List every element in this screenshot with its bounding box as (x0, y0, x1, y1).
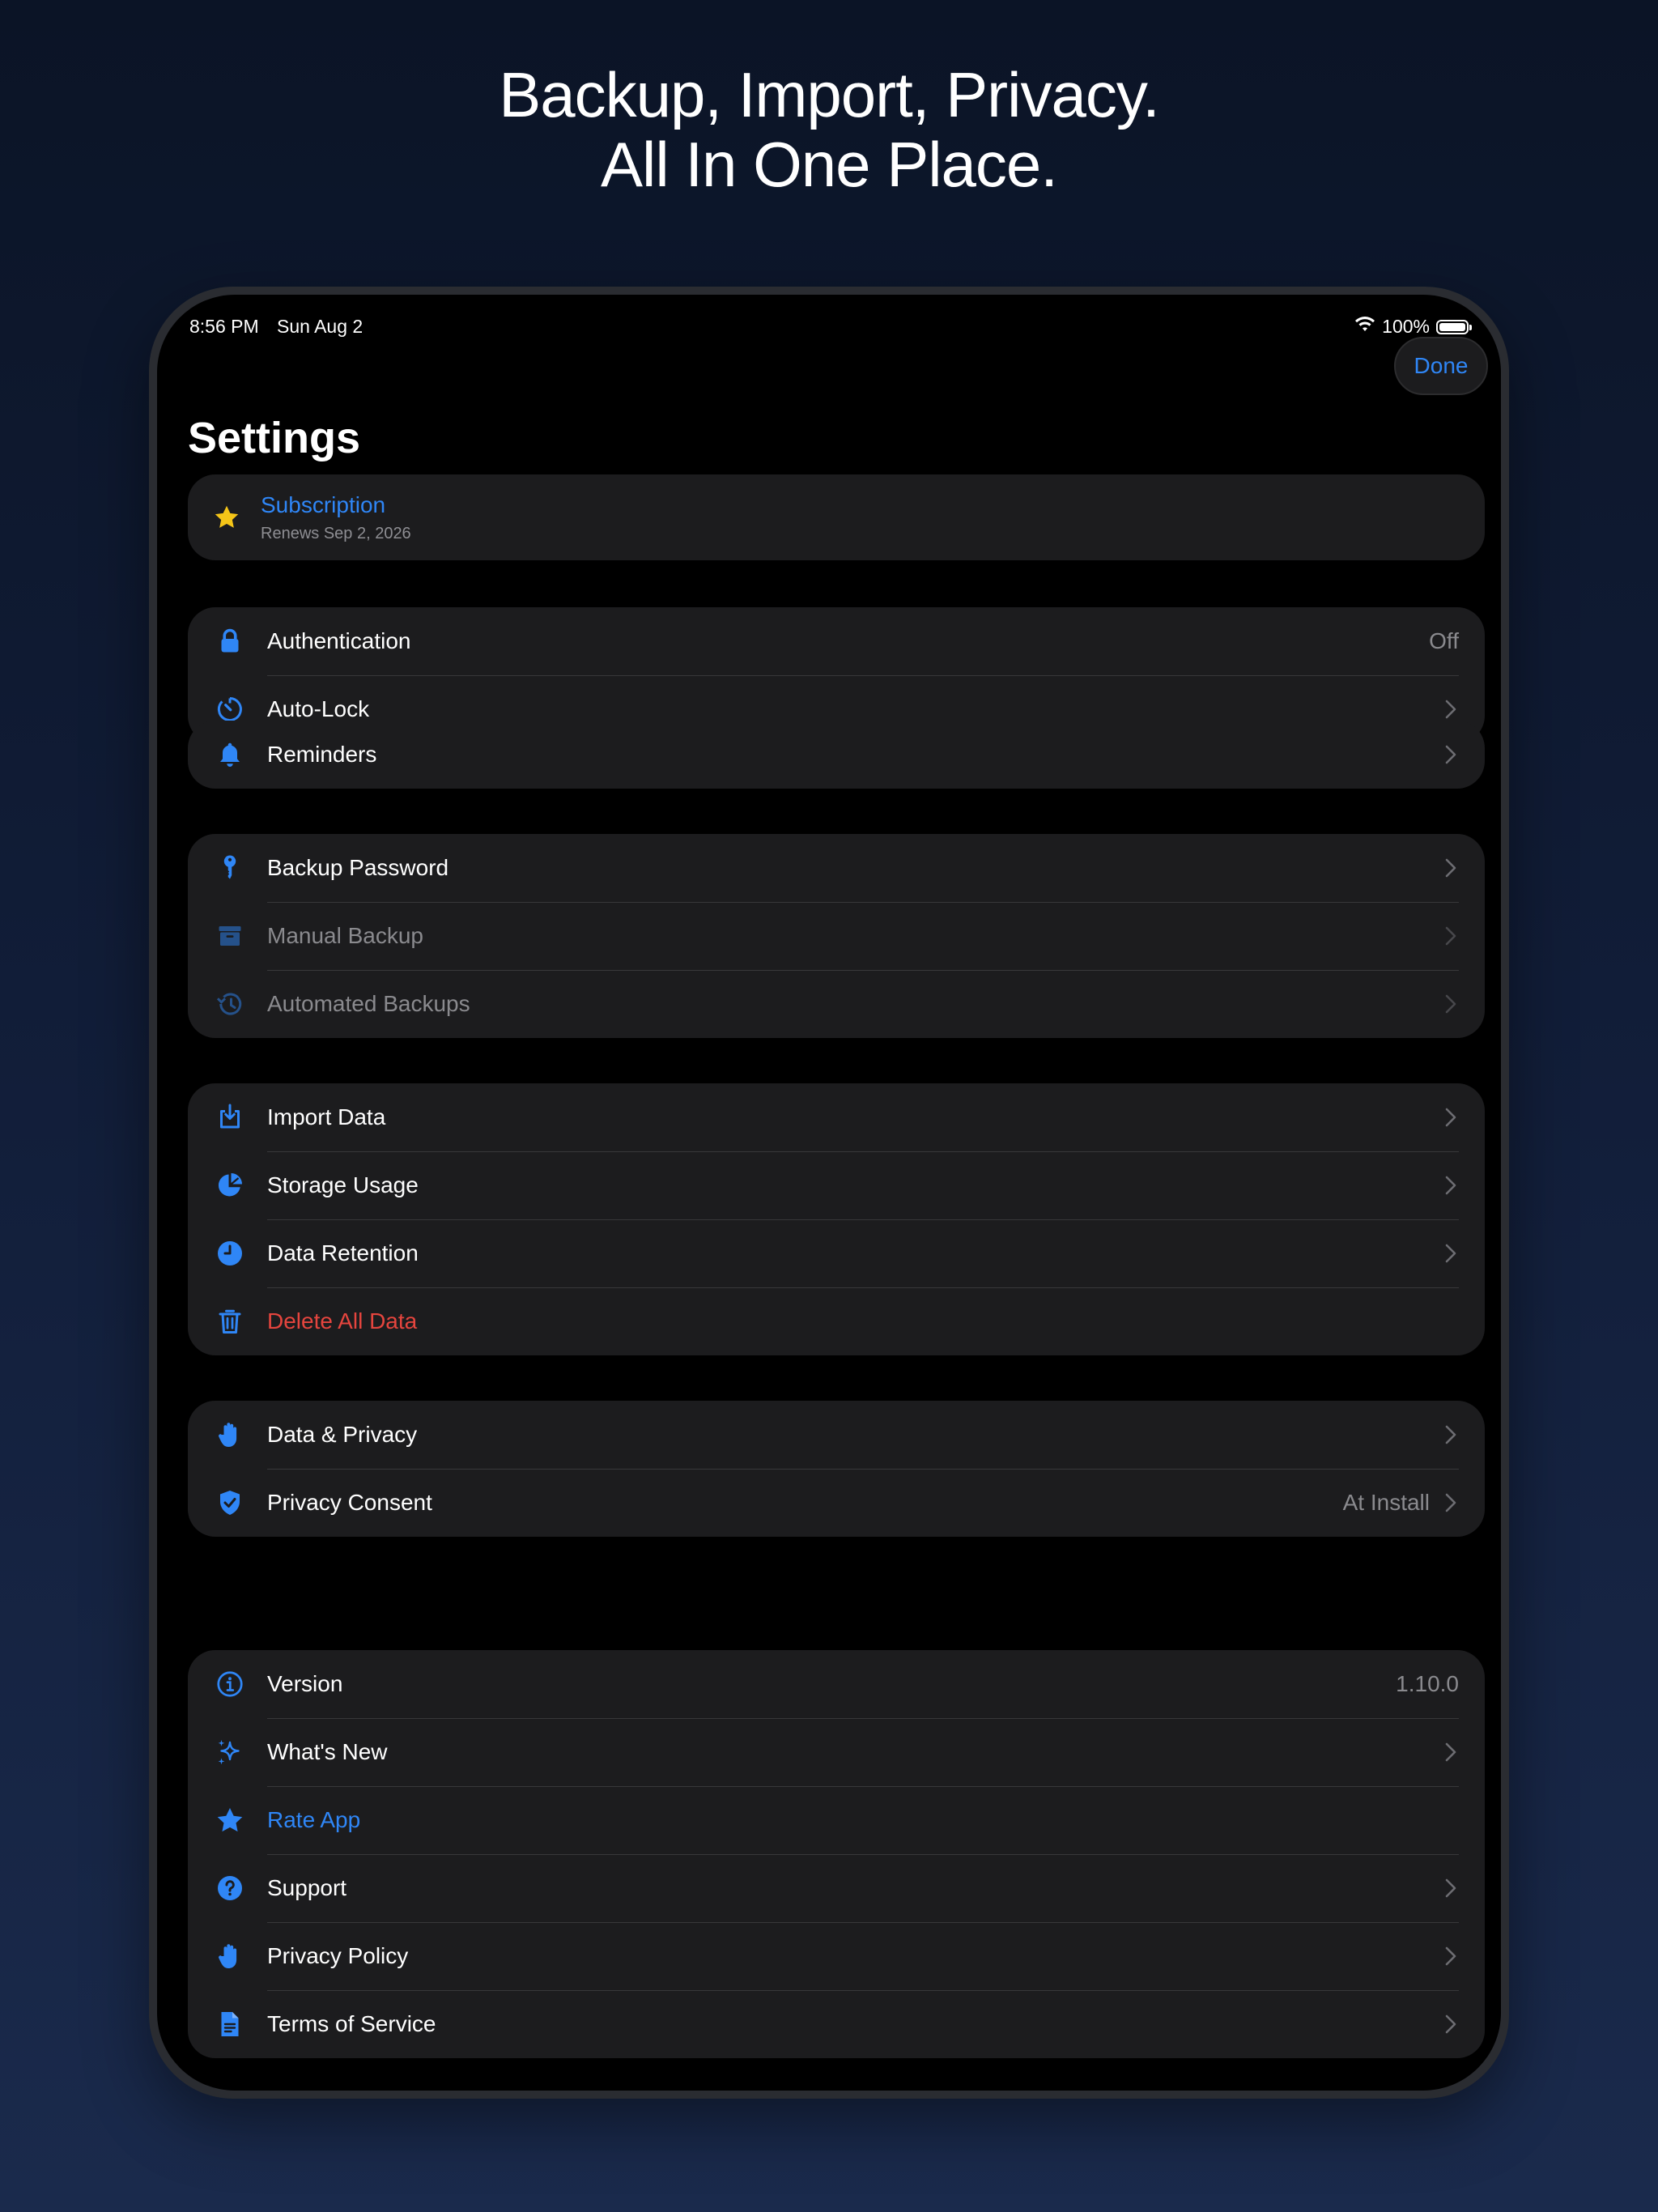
manual-backup-label: Manual Backup (267, 923, 424, 948)
question-icon (215, 1874, 244, 1903)
reminders-row[interactable]: Reminders (188, 721, 1485, 789)
subscription-group: Subscription Renews Sep 2, 2026 (188, 474, 1485, 560)
terms-of-service-label: Terms of Service (267, 2011, 436, 2036)
chevron-right-icon (1444, 1878, 1457, 1899)
version-value: 1.10.0 (1396, 1671, 1459, 1696)
version-label: Version (267, 1671, 343, 1696)
auto-lock-label: Auto-Lock (267, 696, 370, 721)
backup-password-row[interactable]: Backup Password (188, 834, 1485, 902)
data-retention-label: Data Retention (267, 1240, 419, 1266)
chevron-right-icon (1444, 744, 1457, 765)
terms-of-service-row[interactable]: Terms of Service (188, 1990, 1485, 2058)
manual-backup-row[interactable]: Manual Backup (188, 902, 1485, 970)
chevron-right-icon (1444, 1175, 1457, 1196)
support-label: Support (267, 1875, 347, 1900)
whats-new-label: What's New (267, 1739, 388, 1764)
storage-usage-label: Storage Usage (267, 1172, 419, 1197)
info-icon (215, 1670, 244, 1699)
chevron-right-icon (1444, 1946, 1457, 1967)
bell-icon (215, 740, 244, 769)
privacy-policy-row[interactable]: Privacy Policy (188, 1922, 1485, 1990)
notifications-group: Reminders (188, 721, 1485, 789)
status-time: 8:56 PM (189, 316, 259, 337)
authentication-value: Off (1429, 628, 1459, 653)
privacy-consent-value: At Install (1342, 1490, 1430, 1515)
automated-backups-label: Automated Backups (267, 991, 470, 1016)
status-bar: 8:56 PM Sun Aug 2 100% (189, 311, 1472, 343)
timer-icon (215, 695, 244, 724)
key-icon (215, 853, 244, 883)
support-row[interactable]: Support (188, 1854, 1485, 1922)
device-screen: 8:56 PM Sun Aug 2 100% Done Settings Sub… (157, 295, 1501, 2091)
tray-import-icon (215, 1103, 244, 1132)
privacy-consent-row[interactable]: Privacy Consent At Install (188, 1469, 1485, 1537)
authentication-label: Authentication (267, 628, 411, 653)
backup-group: Backup Password Manual Backup Automated … (188, 834, 1485, 1038)
chevron-right-icon (1444, 1492, 1457, 1513)
battery-percent: 100% (1382, 316, 1430, 337)
authentication-row[interactable]: Authentication Off (188, 607, 1485, 675)
chevron-right-icon (1444, 925, 1457, 946)
reminders-label: Reminders (267, 742, 377, 767)
document-icon (215, 2010, 244, 2039)
clock-icon (215, 1239, 244, 1268)
privacy-policy-label: Privacy Policy (267, 1943, 409, 1968)
chevron-right-icon (1444, 1107, 1457, 1128)
storage-usage-row[interactable]: Storage Usage (188, 1151, 1485, 1219)
chevron-right-icon (1444, 2014, 1457, 2035)
whats-new-row[interactable]: What's New (188, 1718, 1485, 1786)
backup-password-label: Backup Password (267, 855, 449, 880)
hand-icon (215, 1942, 244, 1971)
done-button[interactable]: Done (1394, 337, 1488, 395)
chevron-right-icon (1444, 1424, 1457, 1445)
wifi-icon (1354, 316, 1375, 338)
hand-icon (215, 1420, 244, 1449)
clock-history-icon (215, 989, 244, 1019)
data-group: Import Data Storage Usage Data Retention (188, 1083, 1485, 1355)
chevron-right-icon (1444, 699, 1457, 720)
archive-box-icon (215, 921, 244, 951)
chevron-right-icon (1444, 1243, 1457, 1264)
sparkles-icon (215, 1738, 244, 1767)
privacy-group: Data & Privacy Privacy Consent At Instal… (188, 1401, 1485, 1537)
about-group: Version 1.10.0 What's New Rate App Suppo… (188, 1650, 1485, 2058)
star-icon (212, 503, 241, 532)
data-privacy-row[interactable]: Data & Privacy (188, 1401, 1485, 1469)
delete-all-data-label: Delete All Data (267, 1308, 418, 1334)
subscription-row[interactable]: Subscription Renews Sep 2, 2026 (188, 474, 1485, 560)
data-privacy-label: Data & Privacy (267, 1422, 418, 1447)
chevron-right-icon (1444, 1742, 1457, 1763)
import-data-row[interactable]: Import Data (188, 1083, 1485, 1151)
chevron-right-icon (1444, 857, 1457, 878)
battery-icon (1436, 319, 1472, 334)
subscription-title: Subscription (261, 492, 386, 517)
import-data-label: Import Data (267, 1104, 386, 1129)
status-date: Sun Aug 2 (277, 316, 363, 337)
privacy-consent-label: Privacy Consent (267, 1490, 432, 1515)
page-title: Settings (188, 414, 361, 462)
rate-app-row[interactable]: Rate App (188, 1786, 1485, 1854)
version-row: Version 1.10.0 (188, 1650, 1485, 1718)
headline-line-1: Backup, Import, Privacy. (499, 59, 1160, 130)
trash-icon (215, 1307, 244, 1336)
subscription-renewal: Renews Sep 2, 2026 (261, 525, 411, 542)
delete-all-data-row[interactable]: Delete All Data (188, 1287, 1485, 1355)
marketing-headline: Backup, Import, Privacy. All In One Plac… (0, 60, 1658, 199)
lock-icon (215, 627, 244, 656)
star-icon (215, 1806, 244, 1835)
data-retention-row[interactable]: Data Retention (188, 1219, 1485, 1287)
rate-app-label: Rate App (267, 1807, 361, 1832)
automated-backups-row[interactable]: Automated Backups (188, 970, 1485, 1038)
headline-line-2: All In One Place. (601, 129, 1058, 200)
shield-check-icon (215, 1488, 244, 1517)
chevron-right-icon (1444, 993, 1457, 1015)
pie-chart-icon (215, 1171, 244, 1200)
ipad-frame: 8:56 PM Sun Aug 2 100% Done Settings Sub… (149, 287, 1509, 2099)
